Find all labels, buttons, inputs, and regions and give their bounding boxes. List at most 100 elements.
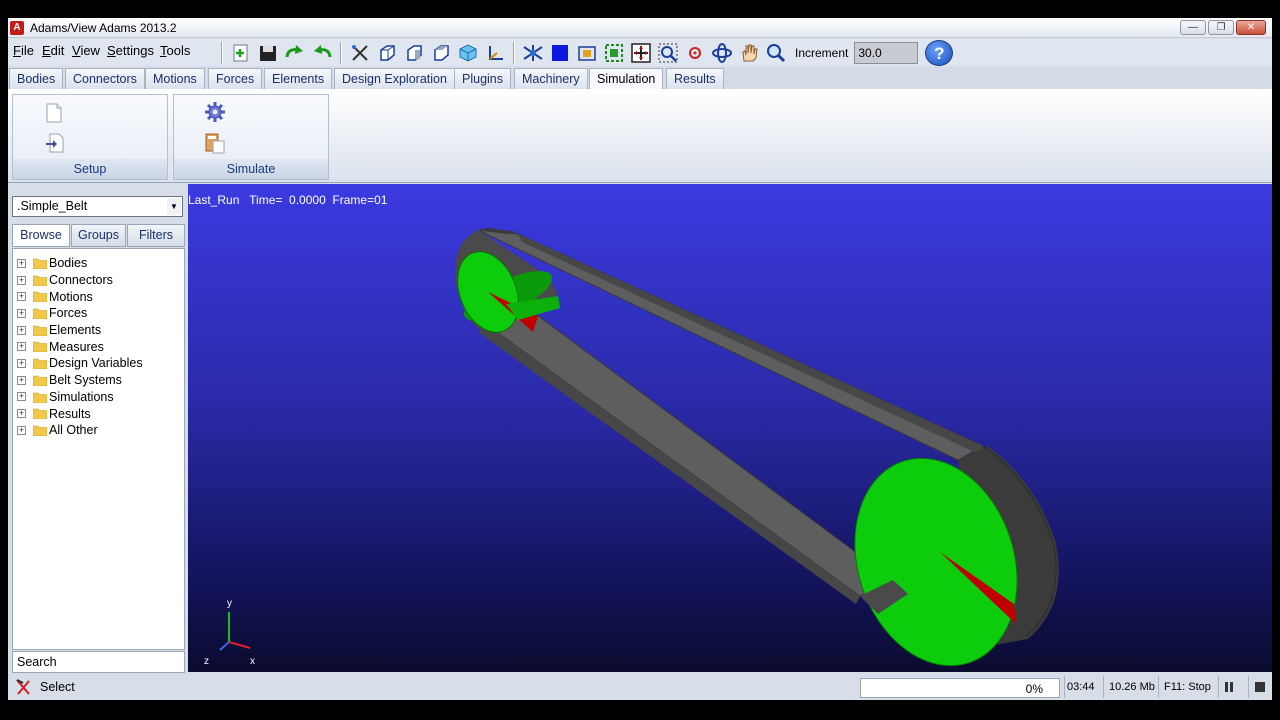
center-icon[interactable]: [683, 41, 707, 65]
belt-lower-span[interactable]: [484, 311, 894, 597]
magnify-icon[interactable]: [656, 41, 680, 65]
top-view-icon[interactable]: [429, 41, 453, 65]
sim-settings-gear-icon[interactable]: [204, 101, 226, 126]
tree-item-elements[interactable]: + Elements: [13, 322, 184, 339]
folder-icon: [33, 275, 47, 286]
expand-icon[interactable]: +: [17, 258, 26, 268]
expand-icon[interactable]: +: [17, 409, 26, 419]
stop-icon[interactable]: [1255, 682, 1265, 692]
menu-file[interactable]: File: [13, 43, 34, 58]
expand-icon[interactable]: +: [17, 392, 26, 402]
increment-label: Increment: [795, 45, 849, 60]
tab-results[interactable]: Results: [666, 68, 724, 89]
undo-icon[interactable]: [310, 41, 334, 65]
tree-item-results[interactable]: + Results: [13, 405, 184, 422]
right-view-icon[interactable]: [402, 41, 426, 65]
front-view-icon[interactable]: [375, 41, 399, 65]
redo-icon[interactable]: [283, 41, 307, 65]
tab-plugins[interactable]: Plugins: [454, 68, 511, 89]
minimize-button[interactable]: —: [1180, 20, 1206, 35]
belt-drive-model[interactable]: [188, 184, 1272, 672]
rotate-icon[interactable]: [710, 41, 734, 65]
title-bar: A Adams/View Adams 2013.2 — ❐ ✕: [8, 18, 1272, 38]
pan-icon[interactable]: [737, 41, 761, 65]
tree-item-measures[interactable]: + Measures: [13, 338, 184, 355]
tab-simulation[interactable]: Simulation: [589, 68, 664, 90]
tab-bodies[interactable]: Bodies: [9, 68, 64, 89]
help-button[interactable]: ?: [925, 39, 954, 66]
render-mode-icon[interactable]: [521, 41, 545, 65]
tree-item-design-variables[interactable]: + Design Variables: [13, 355, 184, 372]
tab-groups[interactable]: Groups: [71, 224, 126, 247]
color-icon[interactable]: [548, 41, 572, 65]
select-mode-icon[interactable]: [14, 678, 32, 699]
search-input[interactable]: Search: [12, 651, 185, 673]
zoom-box-icon[interactable]: [602, 41, 626, 65]
expand-icon[interactable]: +: [17, 308, 26, 318]
tree-item-connectors[interactable]: + Connectors: [13, 272, 184, 289]
tab-design-exploration[interactable]: Design Exploration: [334, 68, 455, 89]
menu-bar: File Edit View Settings Tools Increment …: [8, 39, 1272, 66]
model-selector[interactable]: .Simple_Belt ▼: [12, 196, 183, 217]
tree-item-bodies[interactable]: + Bodies: [13, 255, 184, 272]
main-toolbar: Increment 30.0 ?: [218, 39, 954, 66]
tab-elements[interactable]: Elements: [264, 68, 333, 89]
expand-icon[interactable]: +: [17, 358, 26, 368]
iso-view-icon[interactable]: [456, 41, 480, 65]
new-model-icon[interactable]: [229, 41, 253, 65]
pause-icon[interactable]: [1225, 682, 1235, 692]
folder-icon: [33, 292, 47, 303]
menu-tools[interactable]: Tools: [160, 43, 190, 58]
fit-icon[interactable]: [575, 41, 599, 65]
save-icon[interactable]: [256, 41, 280, 65]
expand-icon[interactable]: +: [17, 342, 26, 352]
menu-settings[interactable]: Settings: [107, 43, 154, 58]
tab-machinery[interactable]: Machinery: [514, 68, 588, 89]
folder-icon: [33, 308, 47, 320]
ribbon-group-simulate: Simulate: [173, 94, 329, 180]
maximize-button[interactable]: ❐: [1208, 20, 1234, 35]
dropdown-arrow-icon[interactable]: ▼: [167, 198, 181, 215]
expand-icon[interactable]: +: [17, 325, 26, 335]
axis-triad: [219, 612, 251, 651]
tree-item-label: Motions: [49, 289, 93, 304]
status-mode-label: Select: [40, 680, 75, 694]
expand-icon[interactable]: +: [17, 292, 26, 302]
import-sim-icon[interactable]: [45, 133, 65, 156]
menu-edit[interactable]: Edit: [42, 43, 64, 58]
belt-upper-span-edge: [518, 234, 983, 456]
tree-item-label: Connectors: [49, 273, 113, 288]
tree-item-label: All Other: [49, 423, 98, 438]
tab-browse[interactable]: Browse: [12, 224, 70, 247]
close-button[interactable]: ✕: [1236, 20, 1266, 35]
folder-icon: [33, 392, 47, 403]
adams-app-icon[interactable]: A: [10, 21, 24, 35]
triad-view-icon[interactable]: [483, 41, 507, 65]
window-title: Adams/View Adams 2013.2: [30, 21, 177, 35]
expand-icon[interactable]: +: [17, 375, 26, 385]
menu-view[interactable]: View: [72, 43, 100, 58]
select-tools-icon[interactable]: [348, 41, 372, 65]
zoom-icon[interactable]: [764, 41, 788, 65]
ribbon-panel: Setup Simulate: [8, 89, 1272, 183]
expand-icon[interactable]: +: [17, 425, 26, 435]
tree-item-forces[interactable]: + Forces: [13, 305, 184, 322]
large-pulley[interactable]: [829, 437, 1059, 672]
tree-item-all-other[interactable]: + All Other: [13, 422, 184, 439]
tree-item-motions[interactable]: + Motions: [13, 288, 184, 305]
fit-all-icon[interactable]: [629, 41, 653, 65]
ribbon-group-label-simulate: Simulate: [174, 159, 328, 179]
tab-filters[interactable]: Filters: [127, 224, 185, 247]
expand-icon[interactable]: +: [17, 275, 26, 285]
tab-connectors[interactable]: Connectors: [65, 68, 145, 89]
folder-icon: [33, 342, 47, 353]
tab-forces[interactable]: Forces: [208, 68, 263, 89]
tab-motions[interactable]: Motions: [145, 68, 205, 89]
graphics-viewport[interactable]: Last_Run Time= 0.0000 Frame=01 y x z: [188, 184, 1272, 672]
tree-item-simulations[interactable]: + Simulations: [13, 389, 184, 406]
new-sim-script-icon[interactable]: [45, 103, 63, 126]
status-time: 03:44: [1067, 681, 1095, 693]
run-sim-calculator-icon[interactable]: [204, 132, 226, 157]
tree-item-belt-systems[interactable]: + Belt Systems: [13, 372, 184, 389]
increment-input[interactable]: 30.0: [854, 41, 919, 64]
